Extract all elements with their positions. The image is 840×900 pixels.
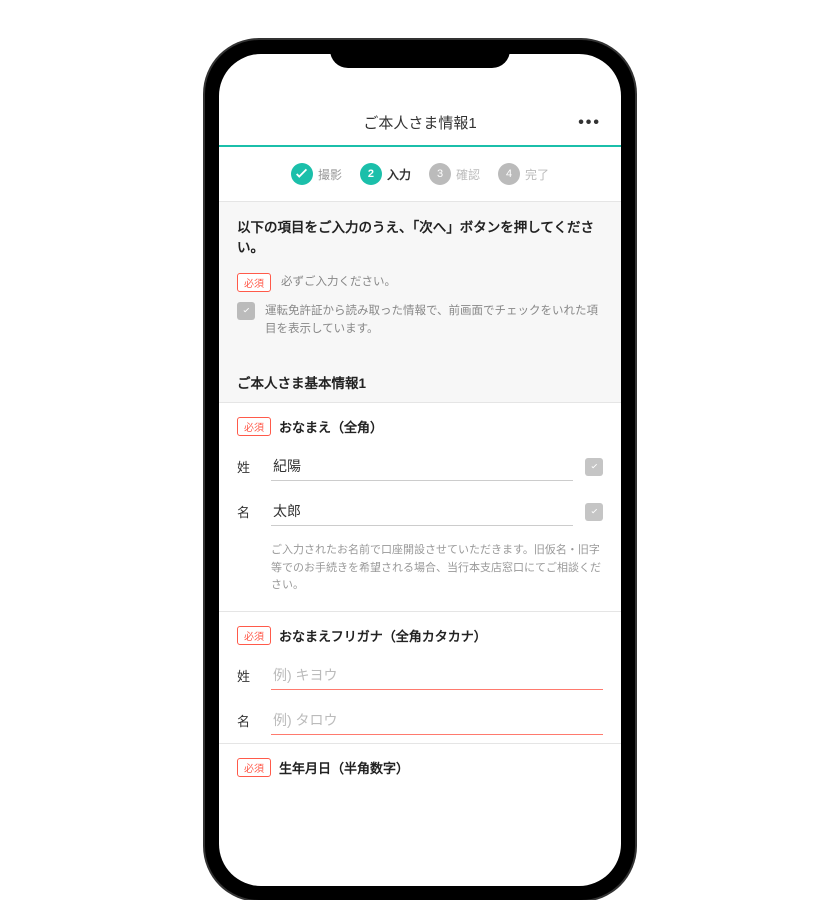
step-4: 4 完了 [498, 163, 549, 185]
field-name-header: 必須 おなまえ（全角） [219, 403, 621, 444]
furigana-mei-input[interactable] [271, 706, 603, 735]
field-birthdate-header: 必須 生年月日（半角数字） [219, 744, 621, 785]
legend-required-text: 必ずご入力ください。 [281, 273, 396, 291]
field-furigana-title: おなまえフリガナ（全角カタカナ） [279, 626, 487, 645]
step-2-circle: 2 [360, 163, 382, 185]
required-badge: 必須 [237, 626, 271, 645]
mei-label: 名 [237, 502, 259, 521]
sei-input[interactable] [271, 452, 573, 481]
more-button[interactable]: ••• [578, 114, 601, 132]
field-birthdate: 必須 生年月日（半角数字） [219, 743, 621, 785]
required-badge: 必須 [237, 273, 271, 292]
app-content: ご本人さま情報1 ••• 撮影 2 入力 3 [219, 54, 621, 886]
field-furigana: 必須 おなまえフリガナ（全角カタカナ） 姓 名 [219, 611, 621, 743]
furigana-mei-label: 名 [237, 711, 259, 730]
field-furigana-header: 必須 おなまえフリガナ（全角カタカナ） [219, 612, 621, 653]
check-icon [291, 163, 313, 185]
input-row-sei: 姓 [219, 444, 621, 489]
step-4-label: 完了 [525, 166, 549, 183]
step-3-label: 確認 [456, 166, 480, 183]
step-4-circle: 4 [498, 163, 520, 185]
checked-icon [237, 302, 255, 320]
mei-input[interactable] [271, 497, 573, 526]
step-2: 2 入力 [360, 163, 411, 185]
field-name-title: おなまえ（全角） [279, 417, 383, 436]
step-1-circle [291, 163, 313, 185]
step-3-circle: 3 [429, 163, 451, 185]
step-2-label: 入力 [387, 166, 411, 183]
field-name: 必須 おなまえ（全角） 姓 名 ご入力されたお名前 [219, 402, 621, 611]
field-birthdate-title: 生年月日（半角数字） [279, 758, 409, 777]
required-badge: 必須 [237, 417, 271, 436]
page-title: ご本人さま情報1 [219, 112, 621, 133]
step-3: 3 確認 [429, 163, 480, 185]
name-helper: ご入力されたお名前で口座開設させていただきます。旧仮名・旧字等でのお手続きを希望… [219, 534, 621, 611]
furigana-sei-label: 姓 [237, 666, 259, 685]
instruction-block: 以下の項目をご入力のうえ、「次へ」ボタンを押してください。 必須 必ずご入力くだ… [219, 202, 621, 358]
phone-frame: ご本人さま情報1 ••• 撮影 2 入力 3 [205, 40, 635, 900]
sei-label: 姓 [237, 457, 259, 476]
phone-screen: ご本人さま情報1 ••• 撮影 2 入力 3 [219, 54, 621, 886]
sei-check-icon [585, 458, 603, 476]
instruction-title: 以下の項目をご入力のうえ、「次へ」ボタンを押してください。 [237, 218, 603, 259]
stepper: 撮影 2 入力 3 確認 4 完了 [219, 147, 621, 202]
input-row-mei: 名 [219, 489, 621, 534]
mei-check-icon [585, 503, 603, 521]
legend-checked: 運転免許証から読み取った情報で、前画面でチェックをいれた項目を表示しています。 [237, 302, 603, 339]
step-1-label: 撮影 [318, 166, 342, 183]
furigana-sei-input[interactable] [271, 661, 603, 690]
legend-checked-text: 運転免許証から読み取った情報で、前画面でチェックをいれた項目を表示しています。 [265, 302, 603, 339]
input-row-furigana-mei: 名 [219, 698, 621, 743]
phone-notch [330, 40, 510, 68]
step-1: 撮影 [291, 163, 342, 185]
legend-required: 必須 必ずご入力ください。 [237, 273, 603, 292]
required-badge: 必須 [237, 758, 271, 777]
header: ご本人さま情報1 ••• [219, 98, 621, 147]
section-title: ご本人さま基本情報1 [219, 358, 621, 402]
input-row-furigana-sei: 姓 [219, 653, 621, 698]
